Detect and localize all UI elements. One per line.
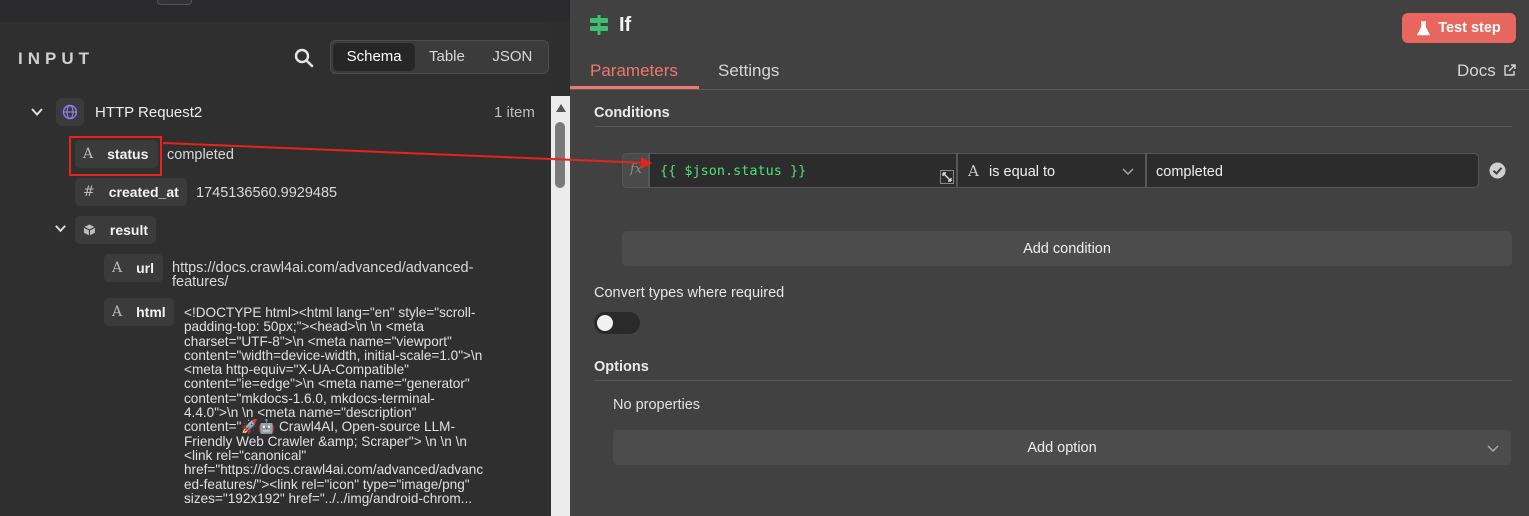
no-properties-text: No properties — [613, 397, 701, 413]
node-row[interactable]: HTTP Request2 — [30, 98, 203, 126]
chevron-down-icon — [1487, 445, 1499, 453]
field-pill-result[interactable]: result — [75, 216, 156, 244]
flask-icon — [1417, 20, 1431, 35]
top-strip — [0, 0, 570, 22]
field-key: result — [109, 222, 148, 238]
toggle-knob — [597, 315, 613, 331]
field-value-status: completed — [167, 147, 234, 163]
test-step-button[interactable]: Test step — [1402, 13, 1516, 43]
item-count: 1 item — [494, 104, 535, 121]
tab-parameters[interactable]: Parameters — [590, 61, 678, 81]
html-line: content="width=device-width, initial-sca… — [184, 347, 483, 363]
string-type-icon: A — [112, 260, 123, 276]
app-root: INPUT Schema Table JSON HTTP Request2 1 — [0, 0, 1529, 516]
html-line: padding-top: 50px;"><head>\n \n <meta — [184, 319, 424, 335]
node-title: If — [619, 14, 632, 36]
number-type-icon: # — [83, 184, 95, 200]
tab-json[interactable]: JSON — [479, 43, 546, 71]
html-line: href="https://docs.crawl4ai.com/advanced… — [184, 462, 484, 478]
annotation-highlight-box — [69, 136, 162, 176]
url-line-2: features/ — [172, 274, 229, 290]
right-value-text: completed — [1156, 164, 1223, 180]
test-step-label: Test step — [1438, 20, 1501, 36]
field-value-html: <!DOCTYPE html><html lang="en" style="sc… — [184, 305, 534, 506]
expression-mode-toggle[interactable]: fx — [622, 153, 649, 188]
chevron-down-icon[interactable] — [54, 222, 67, 235]
view-mode-switch: Schema Table JSON — [330, 40, 549, 74]
tab-settings[interactable]: Settings — [718, 61, 779, 81]
html-line: ed-features/"><link rel="icon" type="ima… — [184, 476, 470, 492]
operator-select[interactable]: A is equal to — [957, 153, 1146, 188]
docs-link[interactable]: Docs — [1457, 61, 1496, 81]
field-pill-html[interactable]: A html — [104, 298, 174, 326]
fx-icon: fx — [630, 162, 643, 177]
html-line: <link rel="canonical" — [184, 447, 307, 463]
string-type-icon: A — [112, 304, 123, 320]
condition-left-input[interactable]: {{ $json.status }} — [649, 153, 957, 188]
html-line: <!DOCTYPE html><html lang="en" style="sc… — [184, 305, 476, 320]
expand-icon[interactable] — [940, 170, 954, 184]
html-line: Friendly Web Crawler &amp; Scraper"> \n … — [184, 433, 467, 449]
scroll-up-arrow-icon[interactable] — [556, 104, 566, 112]
html-line: content="🚀🤖 Crawl4AI, Open-source LLM- — [184, 419, 456, 435]
operator-label: is equal to — [989, 164, 1056, 180]
convert-types-label: Convert types where required — [594, 285, 785, 301]
tab-table[interactable]: Table — [415, 43, 478, 71]
field-key: html — [136, 304, 166, 320]
scrollbar-thumb[interactable] — [555, 122, 565, 188]
add-option-label: Add option — [1027, 439, 1097, 456]
globe-icon — [56, 98, 84, 126]
html-line: <meta http-equiv="X-UA-Compatible" — [184, 362, 409, 378]
chevron-down-icon[interactable] — [30, 105, 44, 119]
tab-stub — [157, 0, 192, 5]
html-line: sizes="192x192" href="../../img/android-… — [184, 490, 472, 506]
add-condition-button[interactable]: Add condition — [622, 231, 1512, 266]
string-type-icon: A — [968, 162, 979, 180]
html-line: content="mkdocs-1.6.0, mkdocs-terminal- — [184, 390, 435, 406]
check-circle-icon[interactable] — [1489, 162, 1506, 179]
if-node-icon — [590, 15, 608, 35]
tab-schema[interactable]: Schema — [333, 43, 416, 71]
conditions-title: Conditions — [594, 105, 670, 121]
node-tabs — [570, 56, 1529, 90]
field-pill-url[interactable]: A url — [104, 254, 163, 282]
field-key: url — [136, 260, 155, 276]
active-tab-indicator — [570, 86, 699, 89]
divider — [594, 380, 1512, 381]
input-title: INPUT — [18, 49, 94, 68]
field-key: created_at — [108, 184, 179, 200]
field-value-created-at: 1745136560.9929485 — [196, 185, 338, 201]
field-value-url: https://docs.crawl4ai.com/advanced/advan… — [172, 260, 474, 290]
divider — [594, 126, 1512, 127]
object-type-icon — [83, 224, 96, 236]
field-pill-created-at[interactable]: # created_at — [75, 178, 187, 206]
chevron-down-icon — [1122, 168, 1134, 176]
search-icon[interactable] — [294, 48, 314, 68]
html-line: charset="UTF-8">\n <meta name="viewport" — [184, 333, 452, 349]
expression-text: {{ $json.status }} — [660, 163, 807, 179]
condition-right-input[interactable]: completed — [1146, 153, 1479, 188]
node-name: HTTP Request2 — [95, 103, 203, 121]
url-line-1: https://docs.crawl4ai.com/advanced/advan… — [172, 260, 474, 276]
add-option-button[interactable]: Add option — [613, 430, 1511, 465]
external-link-icon[interactable] — [1503, 64, 1516, 77]
options-title: Options — [594, 359, 649, 375]
convert-types-toggle[interactable] — [594, 312, 640, 334]
html-line: content="ie=edge">\n <meta name="generat… — [184, 376, 470, 392]
